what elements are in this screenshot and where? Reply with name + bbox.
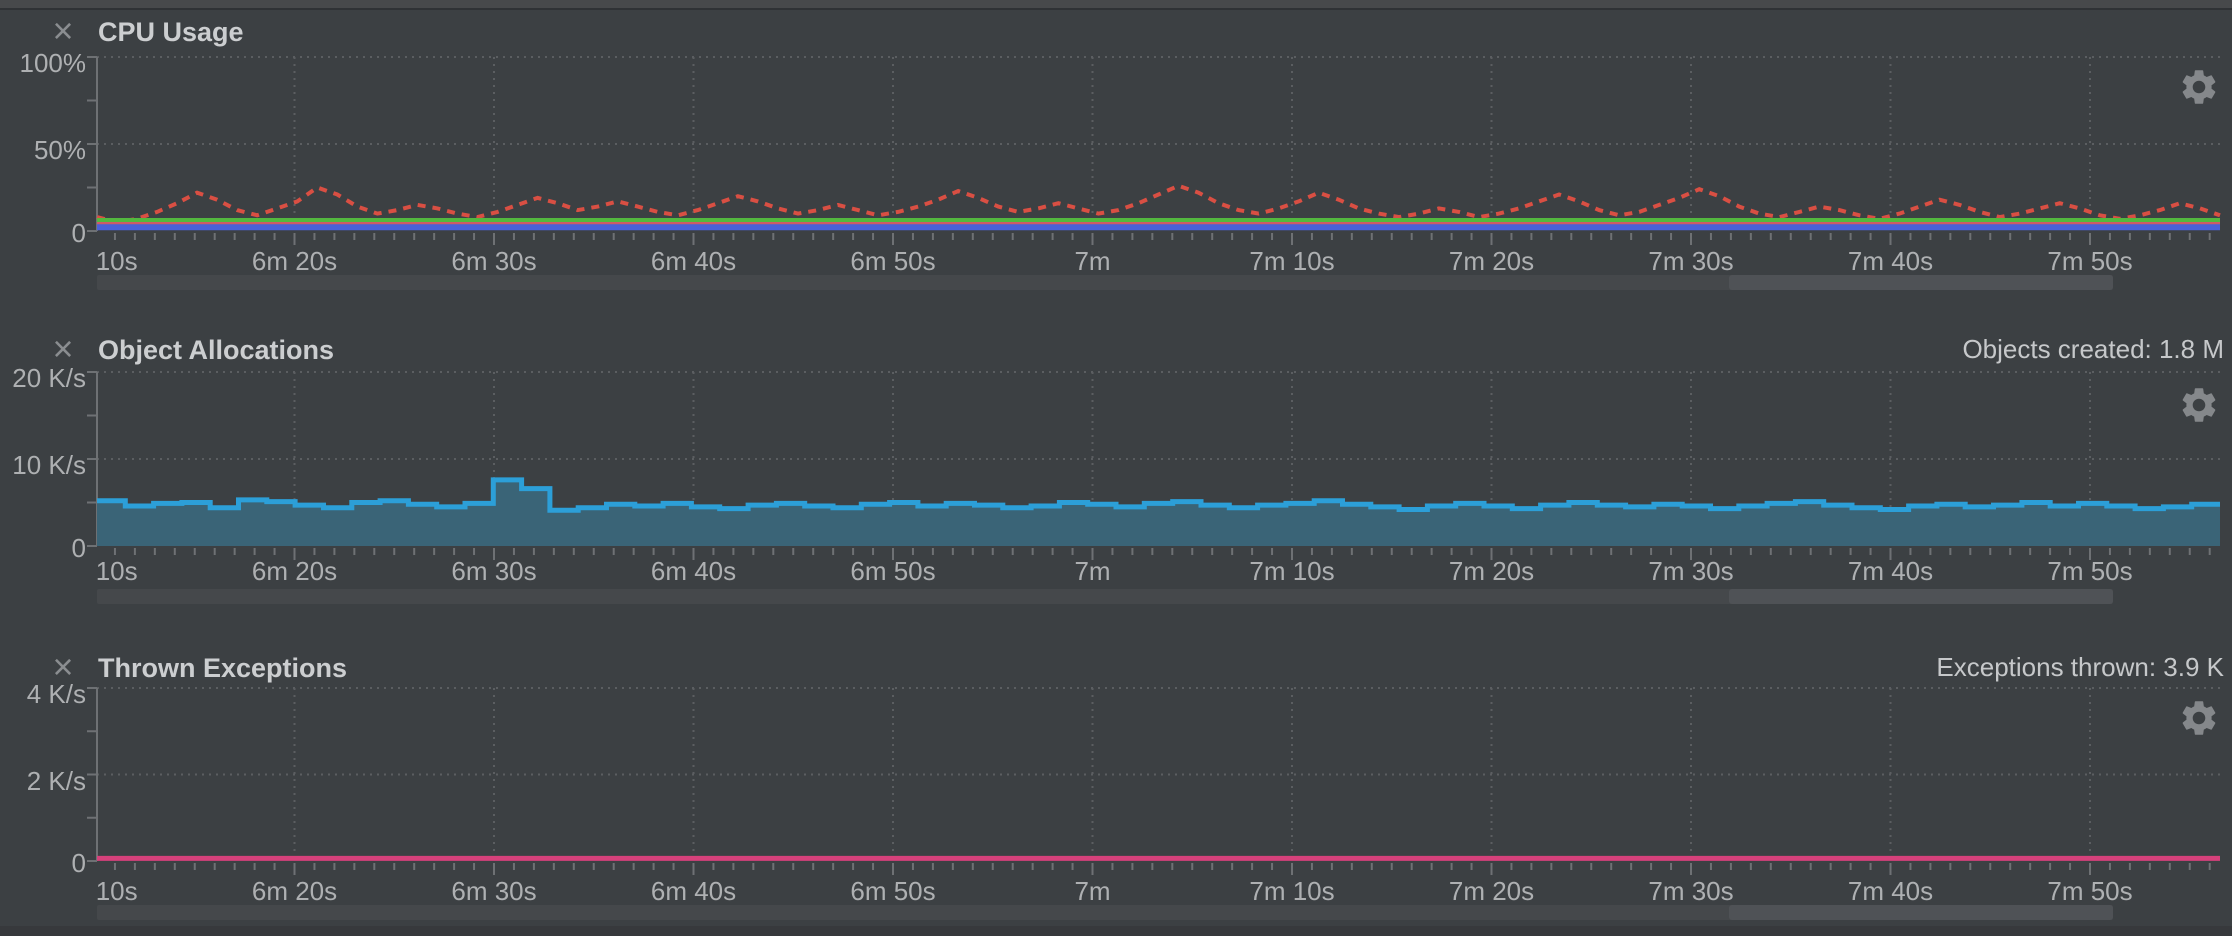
x-tick-label: 6m 30s [451, 876, 536, 906]
top-strip [0, 0, 2232, 10]
x-tick-label: 7m 50s [2047, 556, 2132, 586]
x-tick-label: 6m 10s [97, 556, 138, 586]
exceptions-summary-text: Exceptions thrown: 3.9 K [1936, 650, 2224, 684]
x-tick-label: 7m 40s [1848, 876, 1933, 906]
x-tick-label: 7m 40s [1848, 246, 1933, 276]
x-tick-label: 6m 20s [252, 246, 337, 276]
x-tick-label: 7m 30s [1648, 556, 1733, 586]
x-tick-label: 7m 30s [1648, 876, 1733, 906]
x-tick-label: 7m 10s [1249, 556, 1334, 586]
x-tick-label: 6m 50s [850, 876, 935, 906]
y-tick-label: 0 [0, 533, 86, 563]
exceptions-plot-area[interactable] [97, 688, 2220, 861]
y-tick-label: 10 K/s [0, 450, 86, 480]
x-tick-label: 7m 20s [1449, 556, 1534, 586]
cpu-h-scrollbar-thumb[interactable] [1729, 275, 2113, 290]
x-tick-label: 6m 30s [451, 556, 536, 586]
allocations-x-axis-labels: 6m 10s 6m 20s 6m 30s 6m 40s 6m 50s 7m 7m 10s 7m… [97, 556, 2232, 588]
chart-title-cpu: CPU Usage [98, 14, 244, 50]
y-tick-label: 20 K/s [0, 363, 86, 393]
x-tick-label: 7m 50s [2047, 246, 2132, 276]
y-tick-label: 2 K/s [0, 766, 86, 796]
cpu-h-scrollbar-track[interactable] [97, 275, 2113, 290]
x-tick-label: 7m [1074, 246, 1110, 276]
cpu-plot-area[interactable] [97, 57, 2220, 231]
x-tick-label: 6m 10s [97, 246, 138, 276]
y-tick-label: 50% [0, 135, 86, 165]
bottom-edge [0, 926, 2232, 936]
close-icon[interactable]: × [46, 14, 80, 50]
x-tick-label: 6m 20s [252, 556, 337, 586]
y-tick-label: 4 K/s [0, 679, 86, 709]
x-tick-label: 7m [1074, 876, 1110, 906]
allocations-summary-text: Objects created: 1.8 M [1962, 332, 2224, 366]
x-tick-label: 7m 50s [2047, 876, 2132, 906]
y-tick-label: 0 [0, 848, 86, 878]
x-tick-label: 7m 20s [1449, 246, 1534, 276]
x-tick-label: 6m 40s [651, 556, 736, 586]
cpu-x-axis-labels: 6m 10s 6m 20s 6m 30s 6m 40s 6m 50s 7m 7m 10s 7m… [97, 246, 2232, 278]
x-tick-label: 6m 30s [451, 246, 536, 276]
allocations-h-scrollbar-thumb[interactable] [1729, 589, 2113, 604]
x-tick-label: 6m 10s [97, 876, 138, 906]
profiler-telemetry-panel: × CPU Usage 100%50%0 6m 10s6m 20s6m 30s6… [0, 0, 2232, 936]
allocations-h-scrollbar-track[interactable] [97, 589, 2113, 604]
chart-title-exceptions: Thrown Exceptions [98, 650, 347, 686]
x-tick-label: 7m 40s [1848, 556, 1933, 586]
x-tick-label: 6m 20s [252, 876, 337, 906]
exceptions-h-scrollbar-thumb[interactable] [1729, 905, 2113, 920]
exceptions-h-scrollbar-track[interactable] [97, 905, 2113, 920]
x-tick-label: 7m 30s [1648, 246, 1733, 276]
x-tick-label: 6m 50s [850, 556, 935, 586]
x-tick-label: 6m 40s [651, 246, 736, 276]
chart-title-allocations: Object Allocations [98, 332, 334, 368]
x-tick-label: 7m 20s [1449, 876, 1534, 906]
x-tick-label: 7m 10s [1249, 876, 1334, 906]
exceptions-x-axis-labels: 6m 10s 6m 20s 6m 30s 6m 40s 6m 50s 7m 7m 10s 7m… [97, 876, 2232, 908]
x-tick-label: 6m 50s [850, 246, 935, 276]
x-tick-label: 6m 40s [651, 876, 736, 906]
y-tick-label: 0 [0, 218, 86, 248]
allocations-plot-area[interactable] [97, 372, 2220, 546]
y-tick-label: 100% [0, 48, 86, 78]
x-tick-label: 7m 10s [1249, 246, 1334, 276]
x-tick-label: 7m [1074, 556, 1110, 586]
